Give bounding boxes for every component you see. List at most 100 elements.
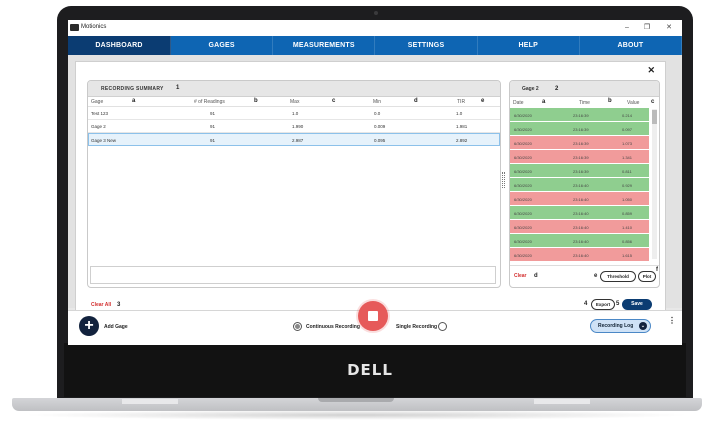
gage-detail-footer: Clear d e Threshold Plot f [510,265,659,287]
cell-date: 6/30/2020 [514,253,532,258]
cell-time: 23:16:40 [573,211,589,216]
summary-header: RECORDING SUMMARY 1 [88,81,500,97]
tab-about[interactable]: ABOUT [580,36,682,55]
cell-value: 0.811 [622,169,632,174]
cell-date: 6/30/2020 [514,197,532,202]
reading-row[interactable]: 6/30/2020 23:16:39 0.214 [510,108,649,122]
clear-letter: d [534,273,538,279]
reading-row[interactable]: 6/30/2020 23:16:39 0.811 [510,164,649,178]
save-button[interactable]: Save [622,299,652,310]
column-letter-d: d [414,98,418,104]
reading-row[interactable]: 6/30/2020 23:16:40 0.929 [510,178,649,192]
hinge-left [122,399,178,404]
tab-settings[interactable]: SETTINGS [375,36,478,55]
tab-measurements[interactable]: MEASUREMENTS [273,36,376,55]
summary-row[interactable]: Gage 2 91 1.990 0.009 1.981 [88,120,500,133]
cell-max: 1.0 [292,111,299,116]
cell-time: 23:16:39 [573,169,589,174]
more-options-icon[interactable]: ⋮ [668,317,676,325]
chevron-down-icon: ⌄ [639,322,647,330]
column-tir[interactable]: TIR [457,99,465,105]
cell-time: 23:16:40 [573,225,589,230]
reading-row[interactable]: 6/30/2020 23:16:39 1.073 [510,136,649,150]
record-stop-button[interactable] [358,301,388,331]
column-letter-b: b [254,98,258,104]
plot-button[interactable]: Plot [638,271,656,282]
plot-letter: f [656,267,658,273]
column-max[interactable]: Max [290,99,299,105]
column-letter-b: b [608,98,612,104]
tab-dashboard[interactable]: DASHBOARD [68,36,171,55]
add-gage-button[interactable]: + [79,316,99,336]
cell-tir: 2.892 [456,138,468,143]
summary-row[interactable]: Test 123 91 1.0 0.0 1.0 [88,107,500,120]
webcam [374,11,378,15]
laptop-scene: DELL Motionics – ❐ ✕ DASHBOARD GAGES MEA… [0,0,711,430]
recording-log-button[interactable]: Recording Log ⌄ [590,319,651,333]
reading-row[interactable]: 6/30/2020 23:16:40 1.615 [510,248,649,262]
summary-marker: 1 [176,85,180,91]
reading-row[interactable]: 6/30/2020 23:16:40 0.859 [510,206,649,220]
clear-all-button[interactable]: Clear All [91,302,111,308]
readings-scrollbar[interactable] [652,109,657,259]
cell-date: 6/30/2020 [514,225,532,230]
cell-date: 6/30/2020 [514,169,532,174]
scrollbar-thumb[interactable] [652,110,657,124]
single-recording-radio[interactable] [438,322,447,331]
continuous-recording-radio[interactable] [293,322,302,331]
threshold-letter: e [594,273,598,279]
gage-detail-title: Gage 2 [522,86,539,92]
recording-log-label: Recording Log [598,323,634,329]
dialog-close-icon[interactable]: ✕ [647,65,655,76]
clear-readings-button[interactable]: Clear [514,273,527,279]
cell-min: 0.0 [374,111,381,116]
minimize-button[interactable]: – [620,22,634,33]
column-min[interactable]: Min [373,99,381,105]
cell-date: 6/30/2020 [514,155,532,160]
cell-date: 6/30/2020 [514,141,532,146]
cell-value: 1.410 [622,225,633,230]
gage-detail-marker: 2 [555,86,559,92]
cell-min: 0.095 [374,138,386,143]
cell-max: 2.987 [292,138,304,143]
window-close-button[interactable]: ✕ [662,22,676,33]
cell-value: 0.859 [622,211,633,216]
dashboard-content: ✕ RECORDING SUMMARY 1 Gage a # of Readin… [68,55,682,320]
clear-all-marker: 3 [117,302,121,308]
reading-row[interactable]: 6/30/2020 23:16:39 0.097 [510,122,649,136]
continuous-recording-label[interactable]: Continuous Recording [306,324,360,330]
tab-help[interactable]: HELP [478,36,580,55]
column-gage[interactable]: Gage [91,99,103,105]
brand-logo: DELL [347,361,393,379]
single-recording-label[interactable]: Single Recording [396,324,437,330]
column-readings[interactable]: # of Readings [194,99,225,105]
tab-gages[interactable]: GAGES [171,36,274,55]
column-date[interactable]: Date [513,100,524,106]
cell-date: 6/30/2020 [514,239,532,244]
panel-splitter-handle[interactable] [502,172,505,188]
app-logo-icon [70,24,79,31]
add-gage-label[interactable]: Add Gage [104,324,128,330]
export-marker: 4 [584,301,588,307]
summary-column-headers: Gage a # of Readings b Max c Min d TIR e [88,97,500,107]
reading-row[interactable]: 6/30/2020 23:16:40 1.050 [510,192,649,206]
export-button[interactable]: Export [591,299,615,310]
maximize-button[interactable]: ❐ [640,22,654,33]
column-time[interactable]: Time [579,100,590,106]
cell-date: 6/30/2020 [514,113,532,118]
reading-row[interactable]: 6/30/2020 23:16:40 0.856 [510,234,649,248]
main-nav: DASHBOARD GAGES MEASUREMENTS SETTINGS HE… [68,36,682,55]
summary-row-selected[interactable]: Gage 3 New 91 2.987 0.095 2.892 [88,133,500,146]
cell-time: 23:16:39 [573,141,589,146]
app-window: Motionics – ❐ ✕ DASHBOARD GAGES MEASUREM… [68,20,682,345]
title-bar: Motionics – ❐ ✕ [68,20,682,36]
threshold-button[interactable]: Threshold [600,271,636,282]
column-value[interactable]: Value [627,100,639,106]
cell-max: 1.990 [292,124,304,129]
cell-date: 6/30/2020 [514,183,532,188]
cell-time: 23:16:39 [573,127,589,132]
reading-row[interactable]: 6/30/2020 23:16:40 1.410 [510,220,649,234]
reading-row[interactable]: 6/30/2020 23:16:39 1.341 [510,150,649,164]
cell-value: 1.073 [622,141,633,146]
column-letter-a: a [542,99,546,105]
